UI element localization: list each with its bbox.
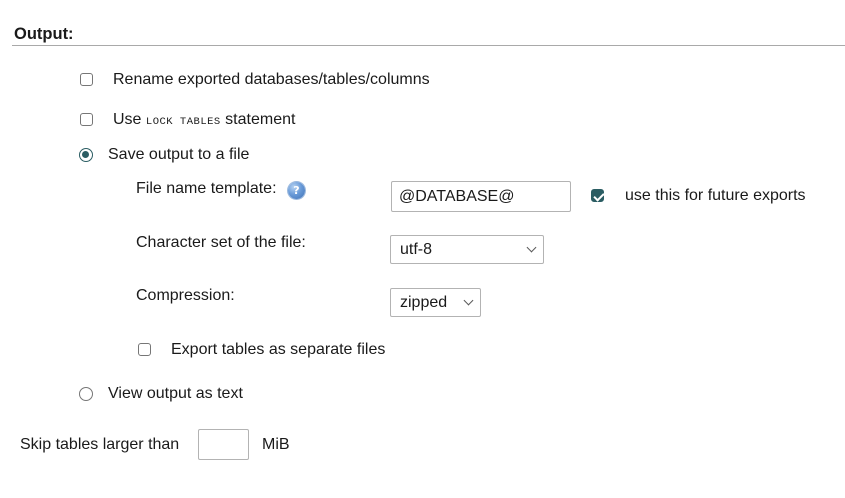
skip-tables-label: Skip tables larger than xyxy=(20,436,180,453)
lock-tables-keyword: LOCK TABLES xyxy=(145,116,221,128)
compression-value: zipped xyxy=(400,294,448,311)
lock-tables-checkbox[interactable] xyxy=(80,113,93,126)
chevron-down-icon xyxy=(526,242,537,253)
lock-tables-label: Use LOCK TABLES statement xyxy=(113,111,295,129)
help-icon[interactable]: ? xyxy=(288,182,305,199)
future-exports-checkbox[interactable] xyxy=(591,189,604,202)
view-as-text-radio[interactable] xyxy=(79,387,93,401)
skip-tables-unit: MiB xyxy=(262,436,290,453)
save-to-file-label: Save output to a file xyxy=(108,146,250,163)
view-as-text-label: View output as text xyxy=(108,385,243,402)
file-name-template-label: File name template: xyxy=(136,180,277,197)
charset-label: Character set of the file: xyxy=(136,234,306,251)
separate-files-checkbox[interactable] xyxy=(138,343,151,356)
section-title: Output: xyxy=(14,25,74,43)
rename-checkbox[interactable] xyxy=(80,73,93,86)
separate-files-label: Export tables as separate files xyxy=(171,341,386,358)
section-divider xyxy=(12,45,845,46)
lock-tables-prefix: Use xyxy=(113,111,142,128)
save-to-file-radio[interactable] xyxy=(79,148,93,162)
compression-label: Compression: xyxy=(136,287,235,304)
compression-select[interactable]: zipped xyxy=(390,288,481,317)
rename-label: Rename exported databases/tables/columns xyxy=(113,71,430,88)
lock-tables-suffix: statement xyxy=(225,111,296,128)
skip-tables-size-input[interactable] xyxy=(198,429,249,460)
file-name-template-input[interactable] xyxy=(391,181,571,212)
future-exports-label: use this for future exports xyxy=(625,187,806,204)
charset-select[interactable]: utf-8 xyxy=(390,235,544,264)
charset-value: utf-8 xyxy=(400,241,433,258)
chevron-down-icon xyxy=(463,295,474,306)
